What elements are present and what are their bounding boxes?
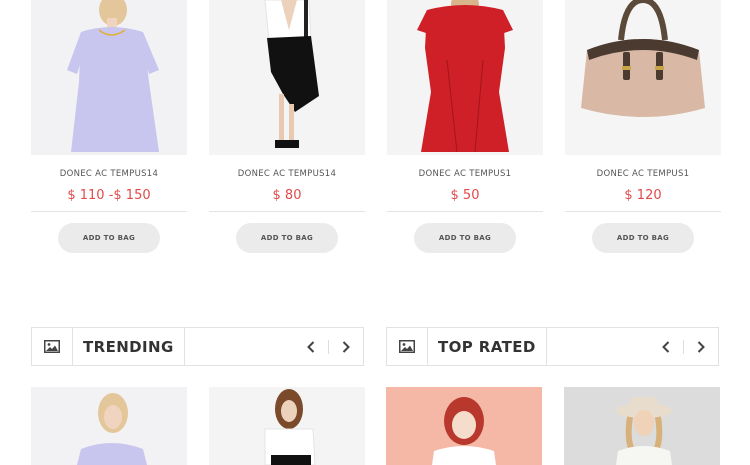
trending-section-header: TRENDING [31, 327, 364, 366]
product-price: $ 120 [624, 188, 662, 203]
image-icon [387, 328, 427, 365]
product-name[interactable]: DONEC AC TEMPUS14 [31, 169, 187, 179]
product-card: DONEC AC TEMPUS14 $ 110 -$ 150 ADD TO BA… [31, 0, 187, 253]
divider [565, 211, 721, 212]
product-card: DONEC AC TEMPUS1 $ 50 ADD TO BAG [387, 0, 543, 253]
chevron-right-icon[interactable] [684, 328, 718, 365]
product-price: $ 50 [450, 188, 480, 203]
product-name[interactable]: DONEC AC TEMPUS1 [387, 169, 543, 179]
trending-product-image[interactable] [31, 387, 187, 465]
product-card: DONEC AC TEMPUS14 $ 80 ADD TO BAG [209, 0, 365, 253]
add-to-bag-button[interactable]: ADD TO BAG [414, 223, 516, 253]
top-rated-section-header: TOP RATED [386, 327, 719, 366]
top-rated-product-image[interactable] [386, 387, 542, 465]
product-image[interactable] [209, 0, 365, 155]
chevron-left-icon[interactable] [294, 328, 328, 365]
add-to-bag-button[interactable]: ADD TO BAG [592, 223, 694, 253]
chevron-left-icon[interactable] [649, 328, 683, 365]
image-icon [32, 328, 72, 365]
product-image[interactable] [387, 0, 543, 155]
product-price: $ 110 -$ 150 [67, 188, 151, 203]
product-card: DONEC AC TEMPUS1 $ 120 ADD TO BAG [565, 0, 721, 253]
product-price: $ 80 [272, 188, 302, 203]
top-rated-title: TOP RATED [427, 328, 547, 365]
product-name[interactable]: DONEC AC TEMPUS14 [209, 169, 365, 179]
trending-title: TRENDING [72, 328, 185, 365]
add-to-bag-button[interactable]: ADD TO BAG [236, 223, 338, 253]
top-rated-product-image[interactable] [564, 387, 720, 465]
trending-product-image[interactable] [209, 387, 365, 465]
divider [31, 211, 187, 212]
product-name[interactable]: DONEC AC TEMPUS1 [565, 169, 721, 179]
product-image[interactable] [565, 0, 721, 155]
chevron-right-icon[interactable] [329, 328, 363, 365]
product-image[interactable] [31, 0, 187, 155]
add-to-bag-button[interactable]: ADD TO BAG [58, 223, 160, 253]
divider [209, 211, 365, 212]
divider [387, 211, 543, 212]
